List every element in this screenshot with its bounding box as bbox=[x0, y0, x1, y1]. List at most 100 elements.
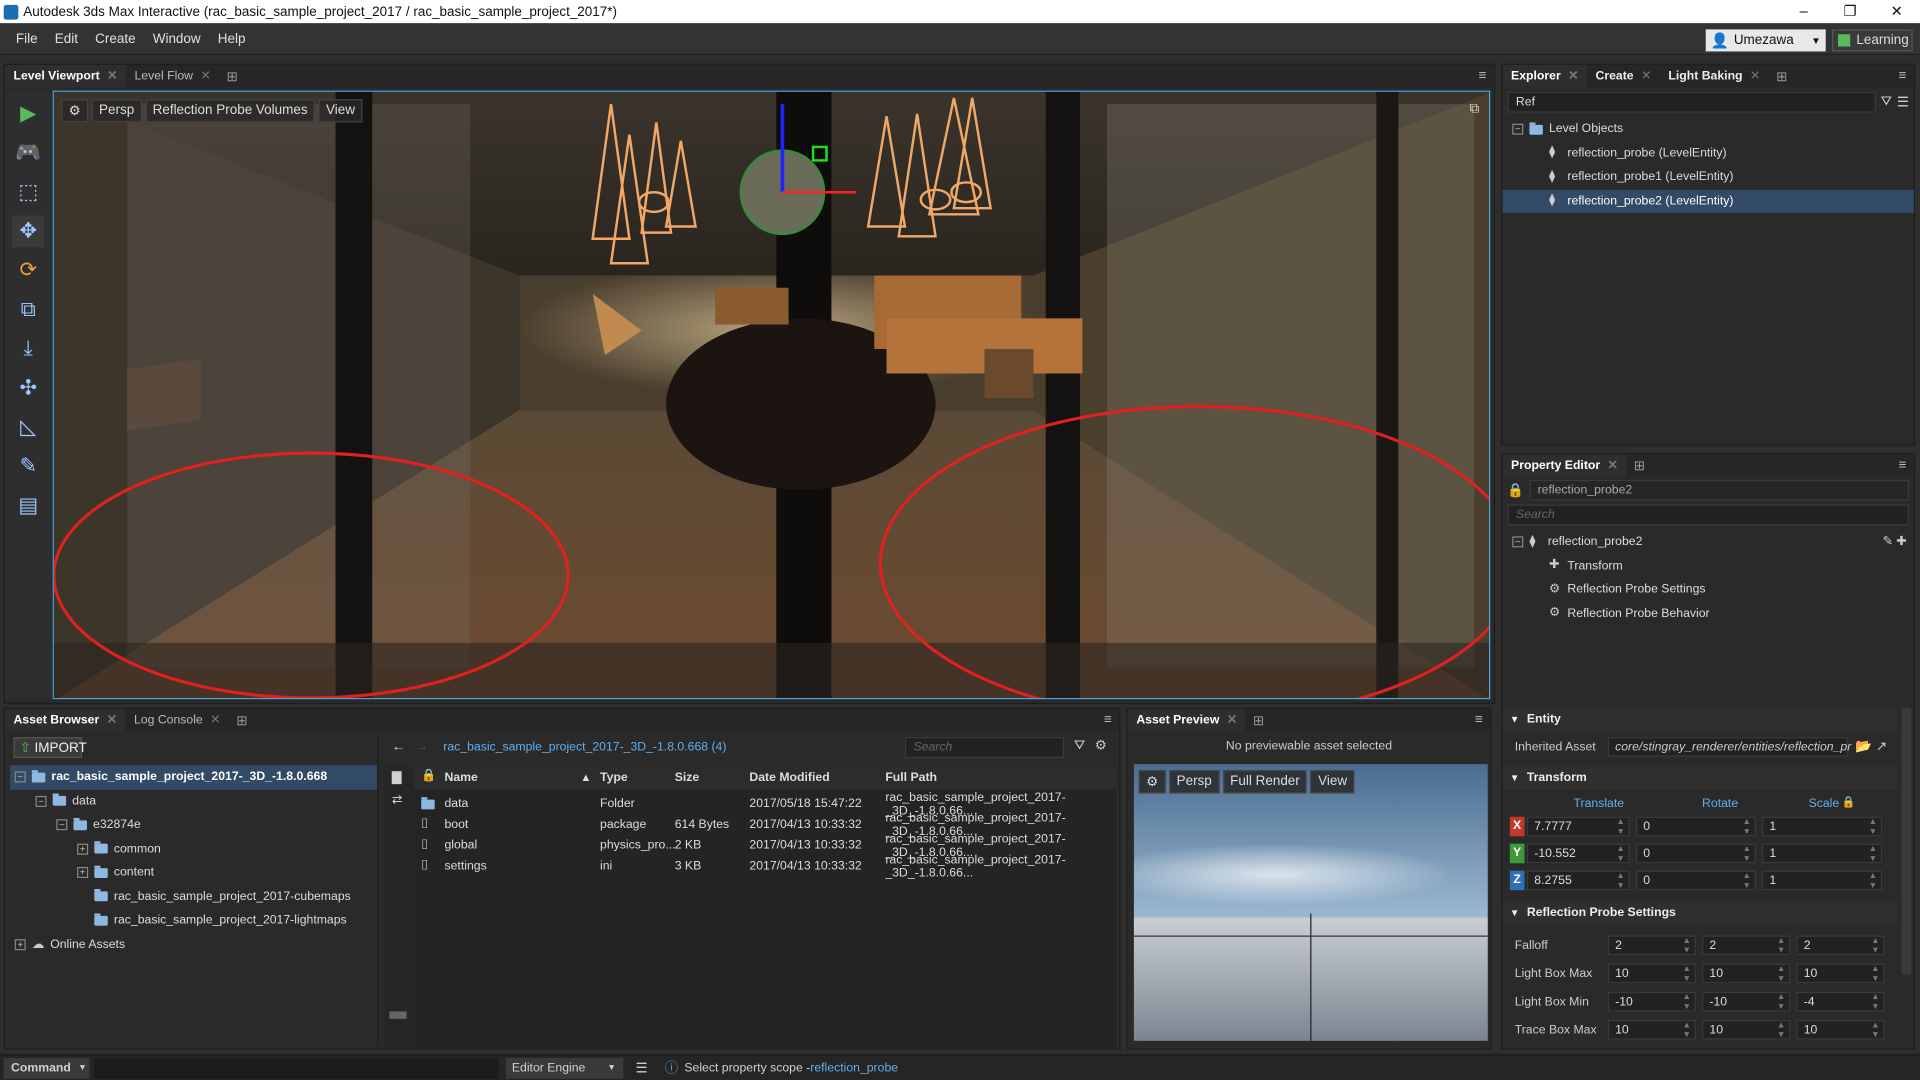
command-dropdown[interactable]: Command ▼ bbox=[3, 1057, 90, 1079]
lock-icon[interactable]: 🔒 bbox=[1507, 482, 1524, 499]
inherited-asset-field[interactable]: core/stingray_renderer/entities/reflecti… bbox=[1607, 737, 1851, 757]
menu-create[interactable]: Create bbox=[87, 31, 145, 46]
tree-item[interactable]: ⧫ reflection_probe1 (LevelEntity) bbox=[1502, 165, 1913, 189]
folder-view-icon[interactable]: ▇ bbox=[392, 771, 401, 784]
tree-item[interactable]: ⧫ reflection_probe (LevelEntity) bbox=[1502, 141, 1913, 165]
spinner-icon[interactable]: ▲ ▼ bbox=[1869, 872, 1877, 892]
col-date[interactable]: Date Modified bbox=[749, 771, 829, 784]
rotate-z-field[interactable]: 0 ▲ ▼ bbox=[1635, 870, 1756, 892]
settings-icon[interactable]: ⚙ bbox=[1095, 737, 1107, 753]
spinner-icon[interactable]: ▲ ▼ bbox=[1777, 937, 1785, 957]
spinner-icon[interactable]: ▲ ▼ bbox=[1871, 937, 1879, 957]
menu-help[interactable]: Help bbox=[209, 31, 254, 46]
link-icon[interactable]: ⇄ bbox=[392, 793, 402, 806]
back-arrow-icon[interactable]: ← bbox=[392, 740, 405, 755]
file-row[interactable]: ▯ settings ini 3 KB 2017/04/13 10:33:32 … bbox=[414, 853, 1146, 880]
light-box-max-z-field[interactable]: 10 ▲ ▼ bbox=[1796, 963, 1885, 984]
light-box-min-x-field[interactable]: -10 ▲ ▼ bbox=[1607, 991, 1696, 1013]
sort-asc-icon[interactable]: ▲ bbox=[580, 771, 591, 783]
spinner-icon[interactable]: ▲ ▼ bbox=[1616, 872, 1624, 892]
falloff-x-field[interactable]: 2 ▲ ▼ bbox=[1607, 935, 1696, 957]
filter-icon[interactable]: ⛛ bbox=[1881, 94, 1892, 110]
measure-icon[interactable]: ◺ bbox=[12, 411, 44, 443]
close-button[interactable]: ✕ bbox=[1873, 0, 1920, 23]
rotate-icon[interactable]: ⟳ bbox=[12, 255, 44, 287]
header-lock-icon[interactable]: 🔒 bbox=[421, 769, 436, 782]
spinner-icon[interactable]: ▲ ▼ bbox=[1683, 1021, 1691, 1041]
asset-search-input[interactable]: Search bbox=[904, 737, 1065, 758]
asset-tree-item[interactable]: + content bbox=[10, 861, 377, 885]
spinner-icon[interactable]: ▲ ▼ bbox=[1777, 1021, 1785, 1041]
asset-tree-item[interactable]: − rac_basic_sample_project_2017-_3D_-1.8… bbox=[9, 765, 378, 790]
scale-z-field[interactable]: 1 ▲ ▼ bbox=[1762, 870, 1883, 892]
menu-icon[interactable]: ≡ bbox=[1479, 69, 1487, 84]
expand-icon[interactable]: − bbox=[14, 771, 26, 783]
component-probe-behavior[interactable]: ⚙ Reflection Probe Behavior bbox=[1502, 602, 1913, 626]
col-size[interactable]: Size bbox=[675, 771, 700, 784]
close-icon[interactable]: ✕ bbox=[1750, 69, 1760, 82]
add-tab-icon[interactable]: ⊞ bbox=[1246, 712, 1272, 728]
translate-x-field[interactable]: 7.7777 ▲ ▼ bbox=[1526, 816, 1630, 838]
expand-icon[interactable]: + bbox=[14, 938, 26, 950]
component-probe-settings[interactable]: ⚙ Reflection Probe Settings bbox=[1502, 578, 1913, 602]
add-tab-icon[interactable]: ⊞ bbox=[229, 712, 255, 728]
status-link[interactable]: reflection_probe bbox=[810, 1061, 898, 1074]
view-menu-button[interactable]: View bbox=[318, 99, 363, 123]
close-icon[interactable]: ✕ bbox=[200, 69, 210, 82]
expand-icon[interactable]: + bbox=[77, 867, 89, 879]
section-entity[interactable]: ▼ Entity bbox=[1502, 707, 1897, 732]
close-icon[interactable]: ✕ bbox=[1227, 713, 1237, 726]
spinner-icon[interactable]: ▲ ▼ bbox=[1743, 872, 1751, 892]
collapse-icon[interactable]: − bbox=[1512, 123, 1524, 136]
menu-file[interactable]: File bbox=[7, 31, 46, 46]
menu-icon[interactable]: ≡ bbox=[1899, 458, 1907, 473]
menu-icon[interactable]: ≡ bbox=[1475, 713, 1483, 728]
command-input[interactable] bbox=[94, 1057, 499, 1079]
property-name-field[interactable]: reflection_probe2 bbox=[1529, 480, 1909, 501]
viewport-settings-icon[interactable]: ⚙ bbox=[61, 99, 89, 123]
add-tab-icon[interactable]: ⊞ bbox=[219, 68, 245, 84]
spinner-icon[interactable]: ▲ ▼ bbox=[1777, 965, 1785, 985]
menu-icon[interactable]: ≡ bbox=[1104, 713, 1112, 728]
play-icon[interactable]: ▶ bbox=[12, 98, 44, 130]
light-box-max-x-field[interactable]: 10 ▲ ▼ bbox=[1607, 963, 1696, 985]
section-reflection-probe-settings[interactable]: ▼ Reflection Probe Settings bbox=[1502, 901, 1897, 925]
spinner-icon[interactable]: ▲ ▼ bbox=[1683, 965, 1691, 985]
asset-tree-item[interactable]: − data bbox=[10, 789, 377, 813]
engine-dropdown[interactable]: Editor Engine ▼ bbox=[505, 1057, 624, 1079]
asset-tree-item[interactable]: rac_basic_sample_project_2017-cubemaps bbox=[10, 885, 377, 909]
spinner-icon[interactable]: ▲ ▼ bbox=[1616, 818, 1624, 838]
spinner-icon[interactable]: ▲ ▼ bbox=[1683, 937, 1691, 957]
falloff-z-field[interactable]: 2 ▲ ▼ bbox=[1796, 935, 1885, 957]
forward-arrow-icon[interactable]: → bbox=[415, 740, 428, 755]
spinner-icon[interactable]: ▲ ▼ bbox=[1777, 993, 1785, 1013]
entity-root[interactable]: − ⧫ reflection_probe2 ✎ ✚ bbox=[1502, 530, 1913, 554]
rotate-y-field[interactable]: 0 ▲ ▼ bbox=[1635, 843, 1756, 864]
preview-persp-button[interactable]: Persp bbox=[1169, 770, 1220, 794]
col-path[interactable]: Full Path bbox=[885, 771, 937, 784]
add-tab-icon[interactable]: ⊞ bbox=[1626, 457, 1652, 474]
spinner-icon[interactable]: ▲ ▼ bbox=[1683, 993, 1691, 1013]
minimize-button[interactable]: – bbox=[1780, 0, 1827, 23]
tab-log-console[interactable]: Log Console ✕ bbox=[125, 709, 229, 731]
maximize-button[interactable]: ❐ bbox=[1827, 0, 1874, 23]
explorer-filter-input[interactable]: Ref bbox=[1507, 91, 1876, 113]
component-transform[interactable]: ✚ Transform bbox=[1502, 554, 1913, 578]
trace-box-max-y-field[interactable]: 10 ▲ ▼ bbox=[1702, 1020, 1791, 1041]
tab-asset-preview[interactable]: Asset Preview ✕ bbox=[1127, 708, 1246, 732]
tab-light-baking[interactable]: Light Baking ✕ bbox=[1660, 65, 1769, 87]
asset-tree-item[interactable]: − e32874e bbox=[10, 813, 377, 837]
col-type[interactable]: Type bbox=[600, 771, 628, 784]
tab-level-viewport[interactable]: Level Viewport ✕ bbox=[4, 64, 126, 87]
preview-settings-icon[interactable]: ⚙ bbox=[1138, 770, 1166, 794]
translate-z-field[interactable]: 8.2755 ▲ ▼ bbox=[1526, 870, 1630, 892]
browse-icon[interactable]: 📂 bbox=[1855, 738, 1872, 755]
scale-icon[interactable]: ⧉ bbox=[12, 294, 44, 326]
level-viewport[interactable]: ⚙ Persp Reflection Probe Volumes View ⧉ bbox=[52, 90, 1491, 700]
current-path[interactable]: rac_basic_sample_project_2017-_3D_-1.8.0… bbox=[443, 741, 726, 754]
translate-y-field[interactable]: -10.552 ▲ ▼ bbox=[1526, 843, 1630, 864]
section-transform[interactable]: ▼ Transform bbox=[1502, 766, 1897, 790]
close-icon[interactable]: ✕ bbox=[210, 713, 220, 726]
preview-render-button[interactable]: Full Render bbox=[1222, 770, 1308, 794]
add-tab-icon[interactable]: ⊞ bbox=[1769, 68, 1795, 84]
